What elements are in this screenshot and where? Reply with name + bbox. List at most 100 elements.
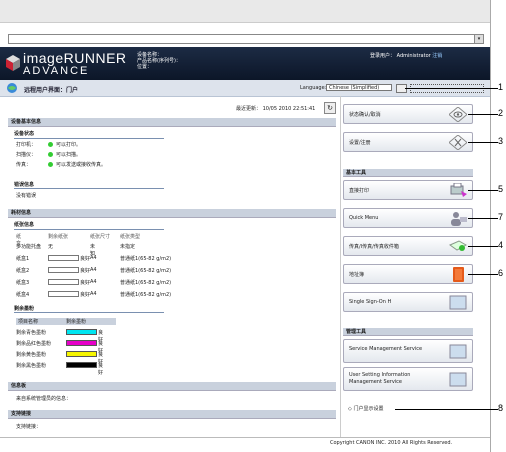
portal-title: 远程用户界面：门户 — [24, 87, 79, 94]
location-label: 位置： — [137, 64, 153, 70]
status-row-scanner: 扫描仪： 可以扫描。 — [16, 152, 82, 158]
toner-value: 良好 — [98, 363, 104, 376]
address-bar[interactable]: ▾ — [8, 34, 484, 44]
message-board-text: 来自系统管理员的信息： — [16, 396, 72, 402]
callout-6: 6 — [498, 268, 504, 278]
address-book-icon — [453, 267, 464, 282]
service-mgmt-button[interactable]: Service Management Service — [343, 339, 473, 363]
status-ok-icon — [48, 152, 53, 157]
brand-line1: imageRUNNER — [23, 50, 127, 66]
status-row-printer: 打印机： 可以打印。 — [16, 142, 82, 148]
toner-name: 剩余黄色墨粉 — [16, 352, 47, 358]
callout-3: 3 — [498, 136, 504, 146]
paper-cell-size: A4 — [90, 255, 97, 261]
callout-line-3 — [468, 142, 498, 143]
toner-level-bar — [66, 362, 97, 368]
paper-level-bar — [48, 255, 79, 261]
printer-icon — [450, 183, 467, 197]
error-value: 没有错误 — [16, 193, 37, 199]
consumables-title: 耗材信息 — [8, 209, 336, 218]
paper-cell-tray: 纸盒3 — [16, 280, 30, 286]
device-basic-title: 设备基本信息 — [8, 118, 336, 127]
paper-cell-size: A4 — [90, 279, 97, 285]
callout-line-7 — [468, 218, 498, 219]
device-status-title: 设备状态 — [14, 130, 164, 139]
address-book-button[interactable]: 地址簿 — [343, 264, 473, 284]
refresh-icon[interactable]: ↻ — [324, 102, 336, 114]
callout-8: 8 — [498, 403, 504, 413]
settings-button[interactable]: 设置/注册 — [343, 132, 473, 152]
toner-level-bar — [66, 329, 97, 335]
globe-portal-icon — [7, 83, 17, 93]
paper-cell-size: A4 — [90, 267, 97, 273]
toner-title: 剩余墨粉 — [14, 305, 164, 313]
paper-cell-remain: 良好 — [80, 256, 91, 262]
column-divider — [340, 96, 341, 438]
paper-info-title: 纸张信息 — [14, 221, 164, 230]
address-dropdown[interactable]: ▾ — [474, 35, 483, 43]
paper-cell-type: 普通纸1(65-82 g/m2) — [120, 280, 172, 286]
fax-inbox-button[interactable]: 传真/I传真/传真收件箱 — [343, 236, 473, 256]
callout-5: 5 — [498, 184, 504, 194]
paper-level-bar — [48, 279, 79, 285]
window-icon — [449, 344, 467, 359]
sso-button[interactable]: Single Sign-On H — [343, 292, 473, 312]
tools-diamond-icon — [449, 135, 467, 150]
consumables-section: 耗材信息 纸张信息 — [8, 209, 336, 230]
browser-toolbar — [0, 0, 490, 23]
device-basic-section: 设备基本信息 设备状态 — [8, 118, 336, 139]
status-row-fax: 传真： 可以发送或接收传真。 — [16, 162, 107, 168]
user-setting-mgmt-button[interactable]: User Setting Information Management Serv… — [343, 367, 473, 391]
language-label: Language: — [300, 85, 327, 91]
callout-line-2 — [468, 114, 498, 115]
paper-cell-tray: 纸盒1 — [16, 256, 30, 262]
logout-link[interactable]: 注销 — [432, 53, 442, 59]
message-board-title: 信息板 — [8, 382, 336, 391]
portal-display-link[interactable]: ◇ 门户显示设置 — [348, 405, 383, 412]
callout-7: 7 — [498, 212, 504, 222]
paper-cell-tray: 纸盒2 — [16, 268, 30, 274]
footer-divider — [0, 437, 490, 438]
callout-line-5 — [468, 190, 498, 191]
toner-level-bar — [66, 351, 97, 357]
eye-diamond-icon — [449, 107, 467, 122]
toner-name: 剩余黑色墨粉 — [16, 363, 47, 369]
direct-print-button[interactable]: 直接打印 — [343, 180, 473, 200]
login-user-value: Administrator — [396, 53, 431, 59]
device-info: 设备名称： 产品名称(序列号)： 位置： — [137, 52, 181, 70]
callout-line-8 — [395, 409, 498, 410]
canon-cube-logo-icon — [6, 55, 20, 71]
callout-1: 1 — [498, 82, 504, 92]
paper-cell-tray: 纸盒4 — [16, 292, 30, 298]
toner-level-bar — [66, 340, 97, 346]
toner-name: 剩余青色墨粉 — [16, 330, 47, 336]
language-select[interactable]: Chinese (Simplified) — [326, 84, 392, 91]
callout-line-6 — [468, 274, 498, 275]
footer: Copyright CANON INC. 2010 All Rights Res… — [330, 440, 453, 446]
basic-tools-title: 基本工具 — [343, 169, 473, 177]
paper-cell-remain: 良好 — [80, 280, 91, 286]
callout-line-1 — [405, 88, 498, 89]
callout-2: 2 — [498, 108, 504, 118]
callout-line-4 — [468, 246, 498, 247]
last-updated: 最近更新： 10/05 2010 22:51:41 — [236, 106, 316, 112]
status-ok-icon — [48, 162, 53, 167]
login-user-label: 登录用户： — [370, 53, 396, 59]
paper-cell-type: 普通纸1(65-82 g/m2) — [120, 256, 172, 262]
quick-menu-button[interactable]: Quick Menu — [343, 208, 473, 228]
status-ok-icon — [48, 142, 53, 147]
window-icon — [449, 372, 467, 387]
brand-line2: ADVANCE — [23, 65, 90, 77]
error-title: 错误信息 — [14, 181, 164, 189]
paper-level-bar — [48, 291, 79, 297]
window-icon — [449, 295, 467, 310]
paper-level-bar — [48, 267, 79, 273]
paper-cell-type: 普通纸1(65-82 g/m2) — [120, 292, 172, 298]
link-bullet-icon: ◇ — [348, 406, 352, 412]
support-link[interactable]: 支持链接： — [16, 423, 41, 430]
paper-cell-remain: 良好 — [80, 268, 91, 274]
status-monitor-button[interactable]: 状态确认/取消 — [343, 104, 473, 124]
mgmt-tools-title: 管理工具 — [343, 328, 473, 336]
person-icon — [451, 212, 467, 226]
callout-4: 4 — [498, 240, 504, 250]
